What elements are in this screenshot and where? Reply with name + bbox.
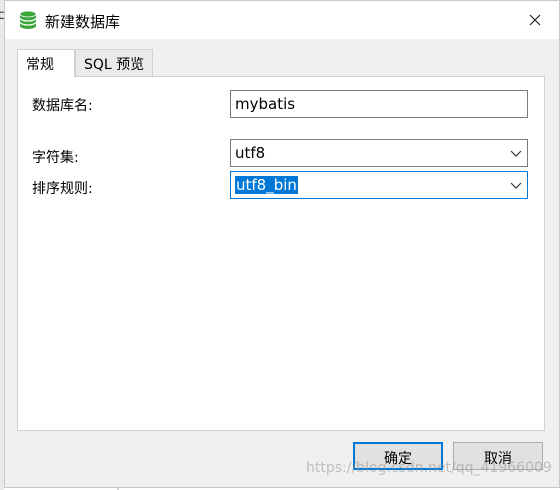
database-name-input[interactable]: mybatis <box>230 90 528 118</box>
collation-select[interactable]: utf8_bin <box>230 171 528 199</box>
window-title: 新建数据库 <box>45 13 121 31</box>
general-panel: 数据库名: mybatis 字符集: utf8 排序规则: utf8_bin <box>17 76 545 431</box>
tab-general[interactable]: 常规 <box>17 49 75 77</box>
tab-sql-preview[interactable]: SQL 预览 <box>75 49 153 76</box>
chevron-down-icon <box>510 150 522 157</box>
chevron-down-icon <box>510 182 522 189</box>
charset-label: 字符集: <box>32 150 79 166</box>
new-database-dialog: 新建数据库 常规 SQL 预览 数据库名: mybatis 字符集: utf8 … <box>4 0 560 488</box>
close-icon <box>529 14 541 26</box>
charset-select[interactable]: utf8 <box>230 139 528 167</box>
database-name-value: mybatis <box>235 95 296 113</box>
database-icon <box>19 10 37 29</box>
title-bar: 新建数据库 <box>5 1 559 39</box>
collation-value: utf8_bin <box>235 176 298 194</box>
watermark: https://blog.csdn.net/qq_41966009 <box>306 460 552 476</box>
charset-value: utf8 <box>235 144 266 162</box>
collation-label: 排序规则: <box>32 181 93 197</box>
close-button[interactable] <box>521 7 549 33</box>
database-name-label: 数据库名: <box>32 98 93 114</box>
